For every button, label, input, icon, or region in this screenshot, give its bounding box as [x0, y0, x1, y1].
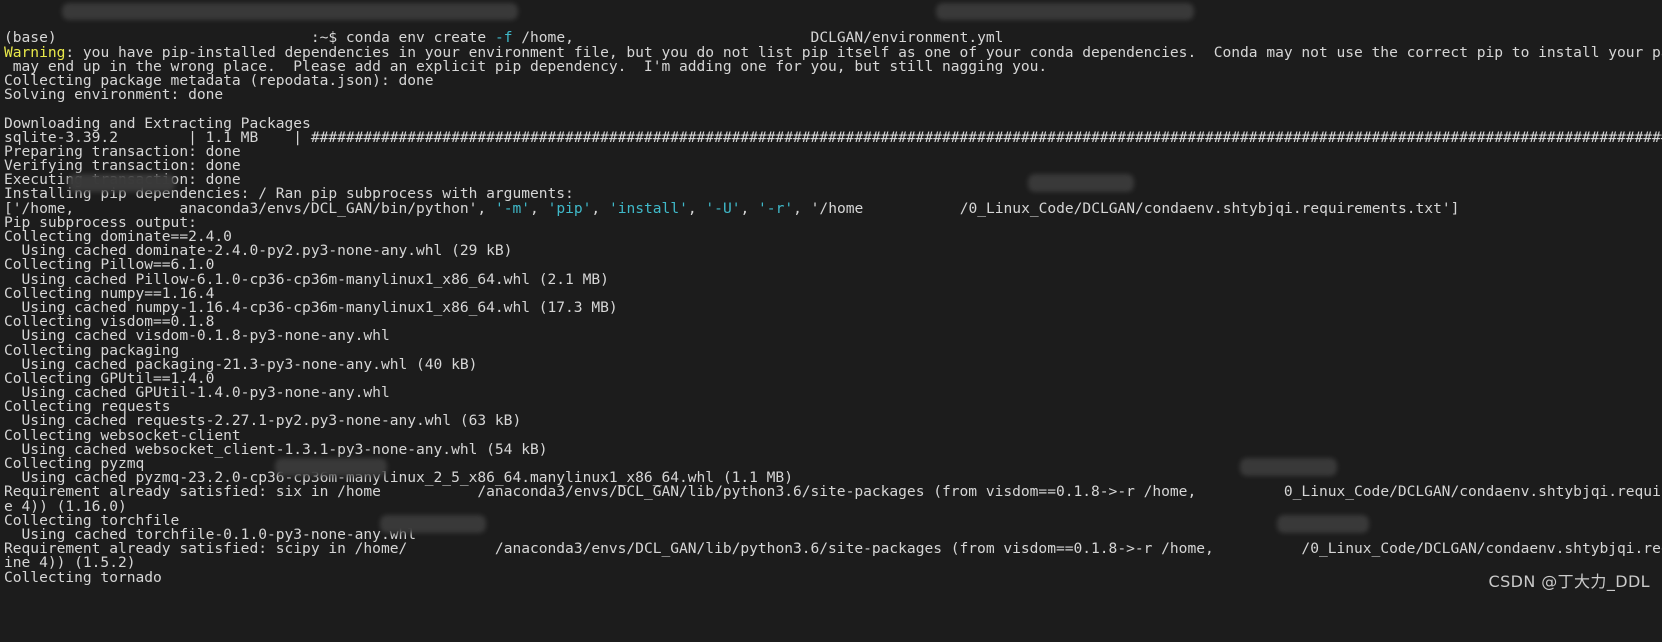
text-segment: , [530, 199, 548, 217]
terminal-line-satisfied-scipy: Requirement already satisfied: scipy in … [4, 540, 1662, 558]
text-segment: 'install' [608, 199, 688, 217]
redaction-path-pip-args-2 [1028, 174, 1134, 192]
terminal-line-cached-numpy: Using cached numpy-1.16.4-cp36-cp36m-man… [4, 300, 1662, 315]
terminal-line-cached-visdom: Using cached visdom-0.1.8-py3-none-any.w… [4, 329, 1662, 344]
terminal-line-cached-dominate: Using cached dominate-2.4.0-py2.py3-none… [4, 243, 1662, 258]
terminal-line-preparing-transaction: Preparing transaction: done [4, 144, 1662, 159]
text-segment: /anaconda3/envs/DCL_GAN/lib/python3.6/si… [477, 483, 1197, 501]
text-segment: /anaconda3/envs/DCL_GAN/lib/python3.6/si… [494, 540, 1214, 558]
text-segment: /0_Linux_Code/DCLGAN/condaenv.shtybjqi.r… [1301, 540, 1662, 558]
text-segment: , [793, 199, 811, 217]
terminal-line-cached-websocket-client: Using cached websocket_client-1.3.1-py3-… [4, 442, 1662, 457]
terminal-line-cached-requests: Using cached requests-2.27.1-py2.py3-non… [4, 414, 1662, 429]
terminal-line-verifying-transaction: Verifying transaction: done [4, 158, 1662, 173]
terminal-line-satisfied-six: Requirement already satisfied: six in /h… [4, 483, 1662, 501]
terminal-line-cached-pillow: Using cached Pillow-6.1.0-cp36-cp36m-man… [4, 272, 1662, 287]
terminal-window[interactable]: (base) :~$ conda env create -f /home, DC… [0, 0, 1662, 595]
watermark: CSDN @丁大力_DDL [1488, 571, 1650, 591]
redaction-path-command [936, 3, 1194, 20]
terminal-line-pip-subprocess-output: Pip subprocess output: [4, 215, 1662, 230]
text-segment: , [740, 199, 759, 217]
text-segment: anaconda3/envs/DCL_GAN/bin/python', [179, 199, 495, 217]
redaction-path-six-2 [1240, 458, 1337, 476]
text-segment: '-r' [758, 199, 794, 217]
terminal-line-cached-gputil: Using cached GPUtil-1.4.0-py3-none-any.w… [4, 385, 1662, 400]
redaction-path-scipy-2 [1277, 515, 1369, 533]
terminal-line-pip-arguments: ['/home, anaconda3/envs/DCL_GAN/bin/pyth… [4, 199, 1662, 217]
redaction-path-scipy-1 [380, 515, 486, 533]
redaction-username-prompt [62, 3, 518, 20]
text-segment: /0_Linux_Code/DCLGAN/condaenv.shtybjqi.r… [959, 199, 1460, 217]
redaction-path-pip-args-1 [68, 174, 175, 192]
text-segment: '-U' [705, 199, 741, 217]
text-segment: Solving environment: done [4, 86, 224, 104]
terminal-line-collecting-metadata: Collecting package metadata (repodata.js… [4, 73, 1662, 88]
text-segment: 'pip' [547, 199, 592, 217]
terminal-line-sqlite-progress: sqlite-3.39.2 | 1.1 MB | ###############… [4, 128, 1662, 146]
terminal-line-collecting-tornado: Collecting tornado [4, 568, 1662, 586]
text-segment [407, 540, 495, 557]
terminal-line-cached-packaging: Using cached packaging-21.3-py3-none-any… [4, 357, 1662, 372]
text-segment [1196, 483, 1284, 500]
text-segment [863, 200, 959, 217]
terminal-line-satisfied-six-cont: e 4)) (1.16.0) [4, 499, 1662, 514]
text-segment: , [591, 199, 609, 217]
terminal-line-satisfied-scipy-cont: ine 4)) (1.5.2) [4, 556, 1662, 571]
terminal-line-solving-environment: Solving environment: done [4, 86, 1662, 104]
terminal-output: (base) :~$ conda env create -f /home, DC… [4, 31, 1662, 586]
text-segment: , [687, 199, 706, 217]
text-segment: 0_Linux_Code/DCLGAN/condaenv.shtybjqi.re… [1283, 483, 1662, 501]
text-segment: sqlite-3.39.2 | 1.1 MB | ###############… [4, 128, 1662, 146]
text-segment: '-m' [494, 199, 531, 217]
text-segment [381, 483, 477, 500]
text-segment [1214, 540, 1302, 557]
text-segment: Collecting tornado [4, 568, 162, 586]
text-segment: '/home [810, 199, 864, 217]
redaction-path-six-1 [275, 458, 387, 476]
